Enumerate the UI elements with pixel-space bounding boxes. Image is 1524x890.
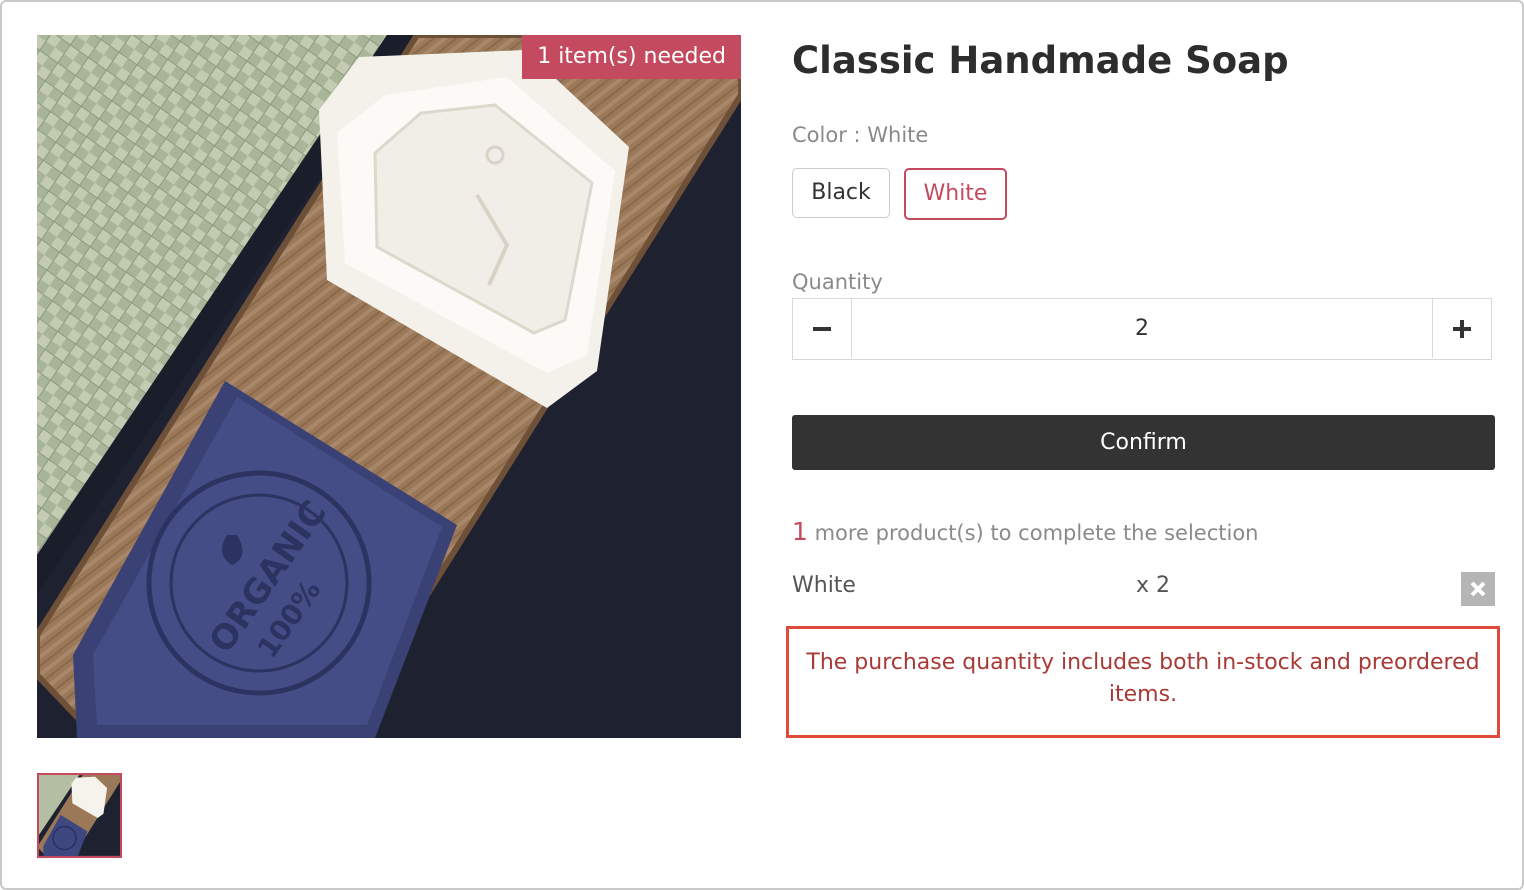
plus-icon	[1453, 320, 1471, 338]
quantity-stepper	[792, 298, 1492, 360]
color-label: Color : White	[792, 123, 929, 147]
increase-quantity-button[interactable]	[1432, 299, 1491, 358]
decrease-quantity-button[interactable]	[793, 299, 852, 358]
product-dialog: ORGANIC 100% 1 item(s) needed Classic Ha…	[0, 0, 1524, 890]
remaining-message: more product(s) to complete the selectio…	[807, 521, 1259, 545]
soap-thumbnail-icon	[39, 775, 120, 856]
product-title: Classic Handmade Soap	[792, 39, 1289, 82]
close-icon	[1470, 581, 1486, 597]
stock-notice: The purchase quantity includes both in-s…	[786, 626, 1500, 738]
confirm-button[interactable]: Confirm	[792, 415, 1495, 470]
items-needed-badge: 1 item(s) needed	[522, 35, 741, 79]
color-option-white[interactable]: White	[904, 168, 1007, 220]
product-image: ORGANIC 100% 1 item(s) needed	[37, 35, 741, 738]
remaining-products-text: 1 more product(s) to complete the select…	[792, 517, 1258, 546]
quantity-label: Quantity	[792, 270, 883, 294]
minus-icon	[813, 327, 831, 331]
quantity-input[interactable]	[853, 299, 1431, 358]
selection-item-name: White	[792, 573, 856, 598]
soap-photo-icon: ORGANIC 100%	[37, 35, 741, 738]
selection-row: White x 2	[792, 572, 1495, 607]
color-option-black[interactable]: Black	[792, 168, 890, 218]
product-thumbnail[interactable]	[37, 773, 122, 858]
remove-selection-button[interactable]	[1461, 572, 1495, 606]
remaining-count: 1	[792, 517, 808, 546]
selection-item-quantity: x 2	[1136, 573, 1171, 598]
